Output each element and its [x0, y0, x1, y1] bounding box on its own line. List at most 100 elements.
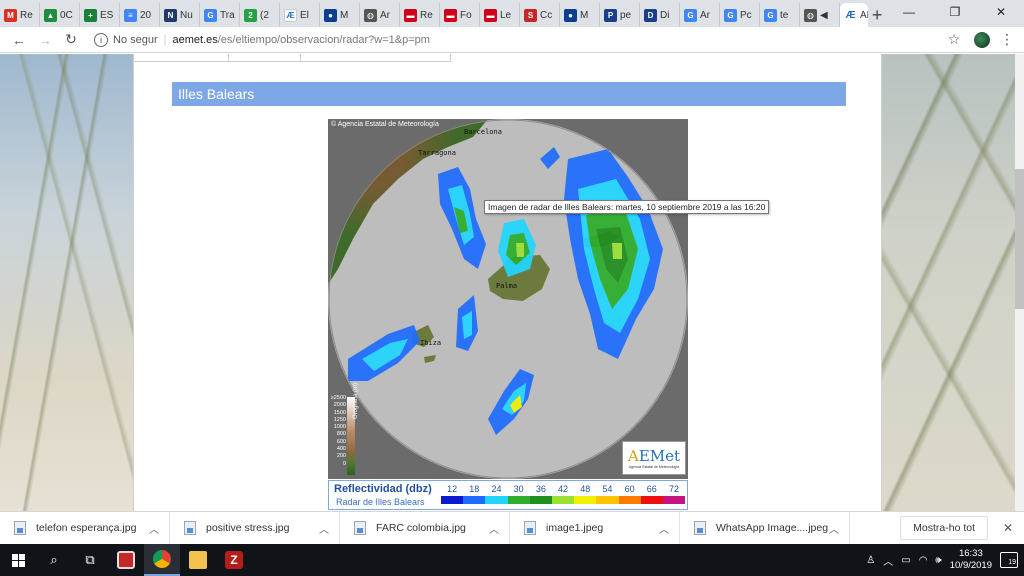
globe-icon: ◍ — [804, 8, 817, 22]
close-window-button[interactable]: ✕ — [978, 0, 1024, 24]
taskbar-app-chrome[interactable] — [144, 544, 180, 576]
download-item[interactable]: image1.jpeg ︿ — [510, 511, 680, 545]
image-file-icon — [524, 521, 536, 535]
download-filename: positive stress.jpg — [206, 522, 290, 534]
tab-13[interactable]: S Cc — [520, 3, 560, 27]
tab-17[interactable]: G Ar — [680, 3, 720, 27]
clock[interactable]: 16:33 10/9/2019 — [950, 548, 992, 572]
logo-mark-rest: EMet — [638, 447, 681, 465]
background-image-right — [882, 54, 1024, 511]
taskbar-app-explorer[interactable] — [180, 544, 216, 576]
news-icon: N — [164, 8, 177, 22]
chevron-up-icon[interactable]: ︿ — [319, 521, 329, 536]
legend-color-swatch — [640, 496, 663, 504]
menu-icon[interactable]: ⋮ — [998, 31, 1016, 48]
tab-8[interactable]: ● M — [320, 3, 360, 27]
tab-2[interactable]: + ES — [80, 3, 120, 27]
tab-label: Di — [660, 9, 670, 21]
url-path: /es/eltiempo/observacion/radar?w=1&p=pm — [217, 33, 430, 46]
city-label-tarragona: Tarragona — [418, 149, 456, 157]
dictionary-icon: D — [644, 8, 657, 22]
top-nav-remnant — [134, 54, 883, 62]
tab-active[interactable]: Æ AE ✕ — [840, 3, 869, 27]
network-icon[interactable]: ◠ — [919, 555, 928, 566]
chevron-up-icon[interactable]: ︿ — [489, 521, 499, 536]
tab-18[interactable]: G Pc — [720, 3, 760, 27]
chevron-up-icon[interactable]: ︿ — [883, 553, 893, 568]
volume-icon[interactable]: 🕪 — [935, 555, 941, 566]
tab-5[interactable]: G Tra — [200, 3, 240, 27]
search-icon[interactable]: ⌕ — [36, 544, 72, 576]
back-button[interactable]: ← — [6, 29, 32, 51]
tab-20[interactable]: ◍ ◀ — [800, 3, 840, 27]
close-shelf-icon[interactable]: ✕ — [998, 521, 1018, 535]
tab-4[interactable]: N Nu — [160, 3, 200, 27]
tab-label: te — [780, 9, 789, 21]
tab-7[interactable]: Æ El — [280, 3, 320, 27]
tab-label: El — [300, 9, 309, 21]
chevron-up-icon[interactable]: ︿ — [149, 521, 159, 536]
address-bar[interactable]: i No segur | aemet.es /es/eltiempo/obser… — [94, 29, 934, 51]
tab-19[interactable]: Gte — [760, 3, 800, 27]
tab-6[interactable]: 2 (2 — [240, 3, 280, 27]
security-label: No segur — [113, 33, 158, 46]
tab-12[interactable]: ▬ Le — [480, 3, 520, 27]
google-icon: G — [724, 8, 737, 22]
legend-color-swatch — [662, 496, 686, 504]
battery-icon[interactable]: ▭ — [901, 555, 910, 566]
task-view-icon[interactable]: ⧉ — [72, 544, 108, 576]
tab-3[interactable]: ≡ 20 — [120, 3, 160, 27]
new-tab-button[interactable]: + — [868, 3, 886, 27]
scrollbar[interactable] — [1015, 54, 1024, 511]
download-item[interactable]: positive stress.jpg ︿ — [170, 511, 340, 545]
restore-button[interactable]: ❐ — [932, 0, 978, 24]
filezilla-icon: Z — [225, 551, 243, 569]
flag-icon: ▬ — [484, 8, 497, 22]
tab-9[interactable]: ◍ Ar — [360, 3, 400, 27]
site-icon: ● — [564, 8, 577, 22]
start-button[interactable] — [0, 544, 36, 576]
tab-14[interactable]: ● M — [560, 3, 600, 27]
chevron-up-icon[interactable]: ︿ — [659, 521, 669, 536]
legend-value: 60 — [624, 484, 635, 494]
logo-subtitle: Agencia Estatal de Meteorología — [628, 465, 680, 469]
tab-0[interactable]: M Re — [0, 3, 40, 27]
download-item[interactable]: FARC colombia.jpg ︿ — [340, 511, 510, 545]
scrollbar-thumb[interactable] — [1015, 169, 1024, 309]
people-icon[interactable]: ♙ — [866, 555, 875, 566]
download-item[interactable]: WhatsApp Image....jpeg ︿ — [680, 511, 850, 545]
taskbar-app-photos[interactable] — [108, 544, 144, 576]
forward-button[interactable]: → — [32, 29, 58, 51]
image-file-icon — [694, 521, 706, 535]
minimize-button[interactable]: — — [886, 0, 932, 24]
legend-color-swatch — [529, 496, 552, 504]
legend-value: 54 — [602, 484, 613, 494]
translate-icon: G — [204, 8, 217, 22]
orography-level: ≥2500 — [330, 395, 346, 401]
tab-1[interactable]: ▲ 0C — [40, 3, 80, 27]
url-host: aemet.es — [172, 33, 218, 46]
gmail-icon: M — [4, 8, 17, 22]
radar-image[interactable]: © Agencia Estatal de Meteorología Barcel… — [328, 119, 688, 479]
tab-15[interactable]: Ppe — [600, 3, 640, 27]
tab-16[interactable]: D Di — [640, 3, 680, 27]
reload-button[interactable]: ↻ — [58, 29, 84, 51]
whatsapp-icon: 2 — [244, 8, 257, 22]
chevron-up-icon[interactable]: ︿ — [829, 521, 839, 536]
background-image-left — [0, 54, 133, 511]
tab-11[interactable]: ▬ Fo — [440, 3, 480, 27]
taskbar-app-filezilla[interactable]: Z — [216, 544, 252, 576]
tab-10[interactable]: ▬ Re — [400, 3, 440, 27]
info-icon[interactable]: i — [94, 32, 108, 47]
legend-values: 12 18 24 30 36 42 48 54 60 66 72 — [441, 484, 685, 494]
profile-avatar[interactable] — [974, 31, 990, 48]
tab-label: AE — [860, 9, 868, 21]
orography-level: 400 — [336, 446, 346, 453]
show-all-button[interactable]: Mostra-ho tot — [900, 516, 988, 540]
aemet-logo: AEMet Agencia Estatal de Meteorología — [622, 441, 686, 475]
page-viewport: Illes Balears © Agencia Estatal de Meteo… — [0, 54, 1024, 511]
bookmark-star-icon[interactable]: ☆ — [942, 31, 966, 48]
notifications-icon[interactable]: 19 — [1000, 552, 1018, 568]
windows-logo-icon — [11, 553, 25, 567]
download-item[interactable]: telefon esperança.jpg ︿ — [0, 511, 170, 545]
